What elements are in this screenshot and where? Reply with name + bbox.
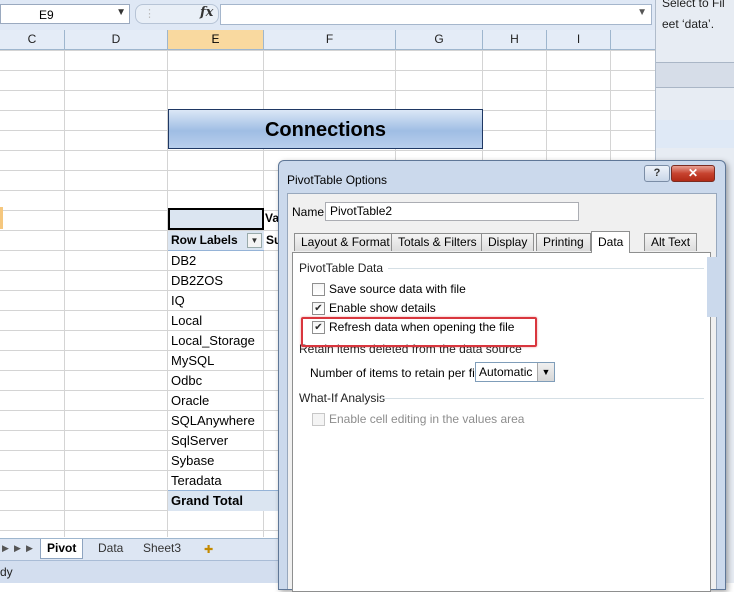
name-box-value: E9 — [39, 8, 54, 22]
side-panel-text: Select to Fil — [662, 0, 725, 10]
cell-editing-checkbox[interactable] — [312, 413, 325, 426]
grid-line — [64, 50, 65, 537]
column-label: F — [325, 32, 334, 46]
name-field[interactable]: PivotTable2 — [325, 202, 579, 221]
scroll-last-icon[interactable]: ▶ — [2, 543, 9, 554]
name-box[interactable]: E9 ▼ — [0, 4, 130, 24]
formula-buttons: ⋮ fx — [135, 4, 219, 24]
pivot-row-label[interactable]: MySQL — [171, 353, 214, 368]
pivot-row-label[interactable]: Teradata — [171, 473, 222, 488]
row-labels-text: Row Labels — [171, 233, 238, 247]
scroll-next-icon[interactable]: ▶ — [14, 543, 21, 554]
column-label: D — [111, 32, 121, 46]
filter-dropdown-icon[interactable]: ▼ — [247, 233, 262, 248]
enable-show-details-checkbox[interactable]: ✔ — [312, 302, 325, 315]
section-what-if: What-If Analysis — [299, 391, 386, 405]
column-header-i[interactable]: I — [547, 30, 611, 49]
column-label: G — [434, 32, 444, 46]
dialog-title: PivotTable Options — [287, 173, 388, 187]
enable-show-details-label[interactable]: Enable show details — [329, 301, 436, 315]
expand-formula-icon[interactable]: ▼ — [637, 7, 647, 18]
column-header-c[interactable]: C — [0, 30, 65, 49]
name-label: Name: — [292, 205, 328, 219]
close-button[interactable]: ✕ — [671, 165, 715, 182]
save-source-label[interactable]: Save source data with file — [329, 282, 466, 296]
status-text: dy — [0, 565, 13, 579]
pivot-row-label[interactable]: IQ — [171, 293, 185, 308]
column-headers: C D E F G H I — [0, 30, 655, 50]
column-label: C — [27, 32, 37, 46]
pivottable-options-dialog: PivotTable Options ? ✕ Name: PivotTable2… — [278, 160, 726, 592]
section-pivottable-data: PivotTable Data — [299, 261, 384, 275]
column-header-d[interactable]: D — [65, 30, 168, 49]
retain-items-select[interactable]: Automatic ▼ — [475, 362, 555, 382]
tab-totals-filters[interactable]: Totals & Filters — [391, 233, 484, 251]
values-header-partial: Va — [265, 211, 280, 225]
chevron-down-icon[interactable]: ▼ — [116, 7, 126, 18]
retain-items-label: Number of items to retain per field: — [310, 366, 495, 380]
pivot-row-label[interactable]: Odbc — [171, 373, 202, 388]
tab-layout-format[interactable]: Layout & Format — [294, 233, 397, 251]
dialog-edge — [707, 257, 717, 317]
insert-function-icon[interactable]: fx — [200, 5, 213, 20]
chevron-down-icon[interactable]: ▼ — [537, 363, 554, 381]
row-selection-marker — [0, 207, 3, 229]
formula-input[interactable]: ▼ — [220, 4, 652, 25]
column-label: H — [510, 32, 519, 46]
pivot-row-label[interactable]: Sybase — [171, 453, 214, 468]
tab-display[interactable]: Display — [481, 233, 535, 251]
section-divider — [381, 398, 704, 399]
retain-items-value: Automatic — [479, 365, 533, 379]
grand-total-row[interactable]: Grand Total — [168, 490, 278, 511]
data-tab-panel: PivotTable Data Save source data with fi… — [292, 252, 711, 592]
pivot-row-label[interactable]: Oracle — [171, 393, 209, 408]
tab-data[interactable]: Data — [591, 231, 631, 253]
grand-total-label: Grand Total — [171, 493, 243, 508]
side-panel-band — [656, 62, 734, 88]
cell-editing-label: Enable cell editing in the values area — [329, 412, 525, 426]
tab-printing[interactable]: Printing — [536, 233, 591, 251]
column-header-h[interactable]: H — [483, 30, 547, 49]
insert-sheet-icon[interactable]: ✚ — [198, 541, 226, 556]
dialog-body: Name: PivotTable2 Layout & Format Totals… — [287, 193, 717, 592]
sheet-tab-pivot[interactable]: Pivot — [40, 539, 84, 559]
pivot-row-label[interactable]: Local_Storage — [171, 333, 255, 348]
pivot-row-label[interactable]: DB2 — [171, 253, 196, 268]
section-divider — [388, 268, 704, 269]
dialog-tabs: Layout & Format Totals & Filters Display… — [294, 231, 714, 253]
side-panel-band — [656, 120, 734, 148]
pivot-row-label[interactable]: SQLAnywhere — [171, 413, 255, 428]
scroll-end-icon[interactable]: ▶ — [26, 543, 33, 554]
pivot-row-label[interactable]: SqlServer — [171, 433, 228, 448]
selected-cell[interactable] — [168, 208, 264, 230]
column-label: E — [211, 32, 220, 46]
column-label: I — [576, 32, 581, 46]
pivot-row-label[interactable]: DB2ZOS — [171, 273, 223, 288]
column-header-g[interactable]: G — [396, 30, 483, 49]
sheet-tab-data[interactable]: Data — [92, 539, 129, 558]
column-header-e[interactable]: E — [168, 30, 264, 49]
side-panel-text: eet ‘data’. — [662, 17, 715, 31]
help-button[interactable]: ? — [644, 165, 670, 182]
refresh-highlight-box — [301, 317, 537, 347]
title-banner[interactable]: Connections — [168, 109, 483, 149]
pivot-row-label[interactable]: Local — [171, 313, 202, 328]
dialog-titlebar[interactable]: PivotTable Options ? ✕ — [279, 161, 725, 191]
dots-icon: ⋮ — [144, 8, 155, 20]
save-source-checkbox[interactable] — [312, 283, 325, 296]
sheet-tab-sheet3[interactable]: Sheet3 — [137, 539, 187, 558]
tab-alt-text[interactable]: Alt Text — [644, 233, 698, 251]
row-labels-header[interactable]: Row Labels ▼ — [168, 231, 264, 251]
formula-bar: E9 ▼ ⋮ fx ▼ — [0, 0, 655, 31]
column-header-f[interactable]: F — [264, 30, 396, 49]
